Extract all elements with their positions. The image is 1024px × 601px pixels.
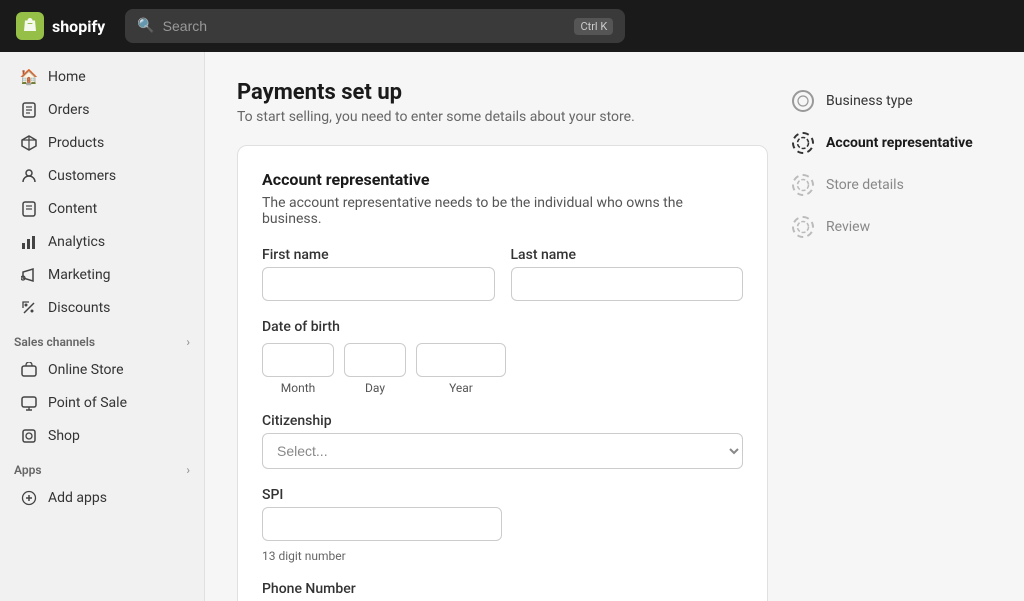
step-account-rep[interactable]: Account representative <box>792 122 992 164</box>
step-business-type[interactable]: Business type <box>792 80 992 122</box>
dob-group: Date of birth Month Day Year <box>262 319 743 395</box>
shop-icon <box>20 427 38 445</box>
spi-group: SPI 13 digit number <box>262 487 743 563</box>
search-input[interactable] <box>163 18 567 34</box>
sidebar-item-home[interactable]: 🏠 Home <box>6 61 198 93</box>
sidebar-item-label: Analytics <box>48 234 105 250</box>
sidebar-item-add-apps[interactable]: Add apps <box>6 482 198 514</box>
main-content: Payments set up To start selling, you ne… <box>205 52 1024 601</box>
sidebar-item-label: Add apps <box>48 490 107 506</box>
sidebar-item-label: Online Store <box>48 362 124 378</box>
account-rep-card: Account representative The account repre… <box>237 145 768 601</box>
sidebar-item-label: Discounts <box>48 300 110 316</box>
step-business-type-circle <box>792 90 814 112</box>
last-name-input[interactable] <box>511 267 744 301</box>
content-icon <box>20 200 38 218</box>
home-icon: 🏠 <box>20 68 38 86</box>
sidebar-item-orders[interactable]: Orders <box>6 94 198 126</box>
first-name-label: First name <box>262 247 495 263</box>
last-name-group: Last name <box>511 247 744 301</box>
day-input[interactable] <box>344 343 406 377</box>
orders-icon <box>20 101 38 119</box>
brand-logo[interactable]: shopify <box>16 12 105 40</box>
form-section-desc: The account representative needs to be t… <box>262 195 743 227</box>
phone-group: Phone Number ⌃⌄ <box>262 581 743 601</box>
customers-icon <box>20 167 38 185</box>
step-review-label: Review <box>826 219 870 235</box>
year-subgroup: Year <box>416 343 506 395</box>
top-navigation: shopify 🔍 Ctrl K <box>0 0 1024 52</box>
sidebar-item-marketing[interactable]: Marketing <box>6 259 198 291</box>
sidebar-item-content[interactable]: Content <box>6 193 198 225</box>
spi-hint: 13 digit number <box>262 549 743 563</box>
sidebar-item-label: Products <box>48 135 104 151</box>
sidebar-item-label: Marketing <box>48 267 111 283</box>
analytics-icon <box>20 233 38 251</box>
stepper-sidebar: Business type Account representative Sto… <box>792 80 992 573</box>
step-store-details-circle <box>792 174 814 196</box>
sidebar-item-label: Content <box>48 201 97 217</box>
citizenship-select[interactable]: Select... <box>262 433 743 469</box>
sidebar-item-discounts[interactable]: Discounts <box>6 292 198 324</box>
step-account-rep-label: Account representative <box>826 135 973 151</box>
shopify-bag-icon <box>16 12 44 40</box>
sidebar-item-customers[interactable]: Customers <box>6 160 198 192</box>
step-review[interactable]: Review <box>792 206 992 248</box>
month-label: Month <box>262 381 334 395</box>
sidebar-item-shop[interactable]: Shop <box>6 420 198 452</box>
step-business-type-label: Business type <box>826 93 913 109</box>
year-input[interactable] <box>416 343 506 377</box>
step-store-details[interactable]: Store details <box>792 164 992 206</box>
form-section-title: Account representative <box>262 170 743 189</box>
citizenship-group: Citizenship Select... <box>262 413 743 469</box>
sidebar-item-products[interactable]: Products <box>6 127 198 159</box>
sidebar-item-label: Point of Sale <box>48 395 127 411</box>
products-icon <box>20 134 38 152</box>
search-bar[interactable]: 🔍 Ctrl K <box>125 9 625 43</box>
dob-label: Date of birth <box>262 319 743 335</box>
month-input[interactable] <box>262 343 334 377</box>
step-store-details-label: Store details <box>826 177 904 193</box>
sidebar-item-analytics[interactable]: Analytics <box>6 226 198 258</box>
page-title: Payments set up <box>237 80 768 105</box>
day-label: Day <box>344 381 406 395</box>
apps-chevron-icon: › <box>186 463 190 477</box>
search-icon: 🔍 <box>137 18 154 34</box>
spi-label: SPI <box>262 487 743 503</box>
first-name-group: First name <box>262 247 495 301</box>
marketing-icon <box>20 266 38 284</box>
phone-label: Phone Number <box>262 581 743 597</box>
day-subgroup: Day <box>344 343 406 395</box>
search-shortcut: Ctrl K <box>574 18 613 35</box>
sidebar-item-label: Home <box>48 69 86 85</box>
sidebar: 🏠 Home Orders Products Customers Cont <box>0 52 205 601</box>
sidebar-item-label: Customers <box>48 168 116 184</box>
step-review-circle <box>792 216 814 238</box>
sidebar-item-online-store[interactable]: Online Store <box>6 354 198 386</box>
chevron-icon: › <box>186 335 190 349</box>
add-apps-icon <box>20 489 38 507</box>
citizenship-label: Citizenship <box>262 413 743 429</box>
step-account-rep-circle <box>792 132 814 154</box>
sidebar-item-point-of-sale[interactable]: Point of Sale <box>6 387 198 419</box>
dob-inputs: Month Day Year <box>262 343 743 395</box>
spi-input[interactable] <box>262 507 502 541</box>
online-store-icon <box>20 361 38 379</box>
month-subgroup: Month <box>262 343 334 395</box>
form-area: Payments set up To start selling, you ne… <box>237 80 768 573</box>
page-subtitle: To start selling, you need to enter some… <box>237 109 768 125</box>
sales-channels-header: Sales channels › <box>0 325 204 353</box>
sidebar-item-label: Orders <box>48 102 90 118</box>
name-row: First name Last name <box>262 247 743 301</box>
point-of-sale-icon <box>20 394 38 412</box>
first-name-input[interactable] <box>262 267 495 301</box>
discounts-icon <box>20 299 38 317</box>
apps-header: Apps › <box>0 453 204 481</box>
last-name-label: Last name <box>511 247 744 263</box>
year-label: Year <box>416 381 506 395</box>
sidebar-item-label: Shop <box>48 428 80 444</box>
